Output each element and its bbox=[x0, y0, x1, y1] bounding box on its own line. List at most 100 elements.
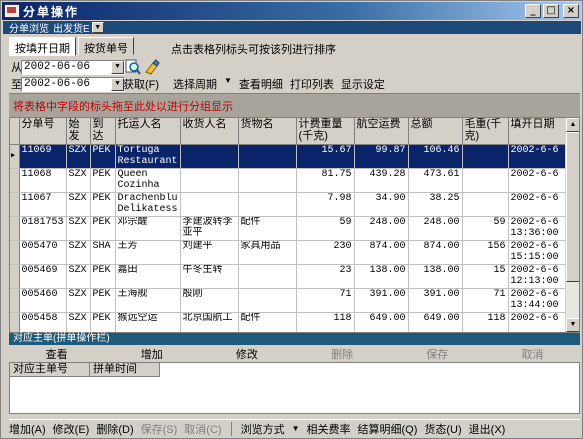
table-cell[interactable]: SZX bbox=[66, 264, 91, 289]
column-header[interactable]: 总额 bbox=[408, 118, 463, 145]
table-cell[interactable]: PEK bbox=[90, 312, 116, 332]
table-cell[interactable]: 649.00 bbox=[354, 312, 409, 332]
row-indicator[interactable] bbox=[10, 312, 20, 332]
add-button[interactable]: 增加(A) bbox=[9, 421, 46, 437]
row-indicator[interactable] bbox=[10, 168, 20, 193]
table-cell[interactable] bbox=[180, 168, 239, 193]
table-cell[interactable]: 刘建平 bbox=[180, 240, 239, 265]
table-cell[interactable]: 71 bbox=[462, 288, 509, 313]
table-cell[interactable]: 殷刚 bbox=[180, 288, 239, 313]
table-cell[interactable]: 874.00 bbox=[354, 240, 409, 265]
sub-cancel-button[interactable]: 取消 bbox=[485, 346, 580, 362]
table-cell[interactable]: 59 bbox=[296, 216, 355, 241]
table-row[interactable]: 11068 SZX PEK Queen Cozinha 81.75 439.28 473.6… bbox=[10, 168, 575, 193]
table-cell[interactable]: PEK bbox=[90, 144, 116, 169]
table-cell[interactable]: SZX bbox=[66, 240, 91, 265]
table-cell[interactable]: PEK bbox=[90, 192, 116, 217]
table-cell[interactable]: 230 bbox=[296, 240, 355, 265]
table-cell[interactable]: 248.00 bbox=[354, 216, 409, 241]
table-cell[interactable]: 王芳 bbox=[115, 240, 181, 265]
vertical-scrollbar[interactable]: ▲ ▼ bbox=[565, 118, 579, 332]
maximize-button[interactable]: □ bbox=[543, 4, 559, 18]
save-button[interactable]: 保存(S) bbox=[141, 421, 178, 437]
related-rates-button[interactable]: 相关费率 bbox=[307, 421, 351, 437]
table-cell[interactable]: 248.00 bbox=[408, 216, 463, 241]
table-cell[interactable]: 配件 bbox=[238, 216, 297, 241]
table-cell[interactable]: 7.98 bbox=[296, 192, 355, 217]
table-cell[interactable] bbox=[238, 144, 297, 169]
table-cell[interactable]: 嘉田 bbox=[115, 264, 181, 289]
print-list-button[interactable]: 打印列表 bbox=[290, 76, 334, 92]
row-indicator[interactable] bbox=[10, 144, 20, 169]
table-cell[interactable] bbox=[238, 168, 297, 193]
sub-view-button[interactable]: 查看 bbox=[9, 346, 104, 362]
select-period-button[interactable]: 选择周期 bbox=[173, 76, 217, 92]
column-header[interactable]: 收货人名 bbox=[180, 118, 239, 145]
table-cell[interactable]: 15 bbox=[462, 264, 509, 289]
table-row[interactable]: 11067 SZX PEK Drachenblu Delikatess 7.98 34.9… bbox=[10, 192, 575, 217]
table-cell[interactable]: 11068 bbox=[19, 168, 67, 193]
table-cell[interactable]: SZX bbox=[66, 192, 91, 217]
table-cell[interactable]: PEK bbox=[90, 216, 116, 241]
table-cell[interactable] bbox=[238, 264, 297, 289]
row-indicator[interactable] bbox=[10, 240, 20, 265]
scroll-up-icon[interactable]: ▲ bbox=[566, 118, 579, 132]
table-cell[interactable]: 王海舰 bbox=[115, 288, 181, 313]
tab-by-date[interactable]: 按填开日期 bbox=[9, 37, 76, 56]
table-cell[interactable]: Tortuga Restaurant bbox=[115, 144, 181, 169]
table-cell[interactable]: 11067 bbox=[19, 192, 67, 217]
cargo-status-button[interactable]: 货态(U) bbox=[424, 421, 461, 437]
settlement-detail-button[interactable]: 结算明细(Q) bbox=[358, 421, 418, 437]
table-cell[interactable]: 李建波转李亚平 bbox=[180, 216, 239, 241]
table-cell[interactable]: 005460 bbox=[19, 288, 67, 313]
table-cell[interactable]: 473.61 bbox=[408, 168, 463, 193]
chevron-down-icon[interactable]: ▼ bbox=[292, 424, 300, 433]
table-cell[interactable]: 874.00 bbox=[408, 240, 463, 265]
view-select[interactable]: 出发货E bbox=[53, 20, 90, 35]
sub-delete-button[interactable]: 删除 bbox=[295, 346, 390, 362]
table-row[interactable]: 005460 SZX PEK 王海舰 殷刚 71 391.00 391.00 71 2002-6-… bbox=[10, 288, 575, 313]
table-cell[interactable]: 005458 bbox=[19, 312, 67, 332]
table-cell[interactable]: 99.87 bbox=[354, 144, 409, 169]
table-row[interactable]: 0181753 SZX PEK 邓宗醒 李建波转李亚平 配件 59 248.00 248.00 5… bbox=[10, 216, 575, 241]
table-cell[interactable]: 猴远空运 bbox=[115, 312, 181, 332]
table-cell[interactable]: Drachenblu Delikatess bbox=[115, 192, 181, 217]
table-cell[interactable]: 391.00 bbox=[354, 288, 409, 313]
table-cell[interactable]: PEK bbox=[90, 264, 116, 289]
table-cell[interactable]: 71 bbox=[296, 288, 355, 313]
scroll-thumb[interactable] bbox=[566, 132, 579, 282]
clear-icon[interactable] bbox=[144, 59, 160, 75]
column-header[interactable]: 到达 bbox=[90, 118, 116, 145]
sub-save-button[interactable]: 保存 bbox=[390, 346, 485, 362]
table-cell[interactable]: PEK bbox=[90, 168, 116, 193]
minimize-button[interactable]: _ bbox=[525, 4, 541, 18]
column-header[interactable]: 分单号 bbox=[19, 118, 67, 145]
table-cell[interactable]: 005470 bbox=[19, 240, 67, 265]
table-cell[interactable]: 34.90 bbox=[354, 192, 409, 217]
fetch-button[interactable]: 获取(F) bbox=[123, 76, 159, 92]
chevron-down-icon[interactable]: ▼ bbox=[91, 22, 104, 33]
to-date-field[interactable]: 2002-06-06 ▼ bbox=[21, 76, 125, 92]
group-by-bar[interactable]: 将表格中字段的标头拖至此处以进行分组显示 bbox=[9, 93, 580, 117]
table-cell[interactable]: 15.67 bbox=[296, 144, 355, 169]
from-date-field[interactable]: 2002-06-06 ▼ bbox=[21, 59, 125, 75]
table-cell[interactable]: 配件 bbox=[238, 312, 297, 332]
search-icon[interactable] bbox=[125, 59, 141, 75]
table-cell[interactable]: 23 bbox=[296, 264, 355, 289]
table-row[interactable]: 005458 SZX PEK 猴远空运 北京国航工 配件 118 649.00 649.00 11… bbox=[10, 312, 575, 332]
sub-edit-button[interactable]: 修改 bbox=[199, 346, 294, 362]
chevron-down-icon[interactable]: ▼ bbox=[111, 60, 124, 74]
table-cell[interactable]: SZX bbox=[66, 288, 91, 313]
table-row[interactable]: 11069SZXPEKTortuga Restaurant 15.6799.871… bbox=[10, 144, 575, 169]
table-cell[interactable]: 391.00 bbox=[408, 288, 463, 313]
view-detail-button[interactable]: 查看明细 bbox=[239, 76, 283, 92]
table-cell[interactable]: 138.00 bbox=[408, 264, 463, 289]
column-header[interactable]: 毛重(千克) bbox=[462, 118, 509, 145]
table-cell[interactable]: 81.75 bbox=[296, 168, 355, 193]
column-header[interactable]: 托运人名 bbox=[115, 118, 181, 145]
row-indicator[interactable] bbox=[10, 288, 20, 313]
column-header[interactable]: 对应主单号 bbox=[10, 363, 90, 377]
table-cell[interactable]: SZX bbox=[66, 168, 91, 193]
column-header[interactable]: 拼单时间 bbox=[90, 363, 160, 377]
chevron-down-icon[interactable]: ▼ bbox=[224, 76, 232, 92]
